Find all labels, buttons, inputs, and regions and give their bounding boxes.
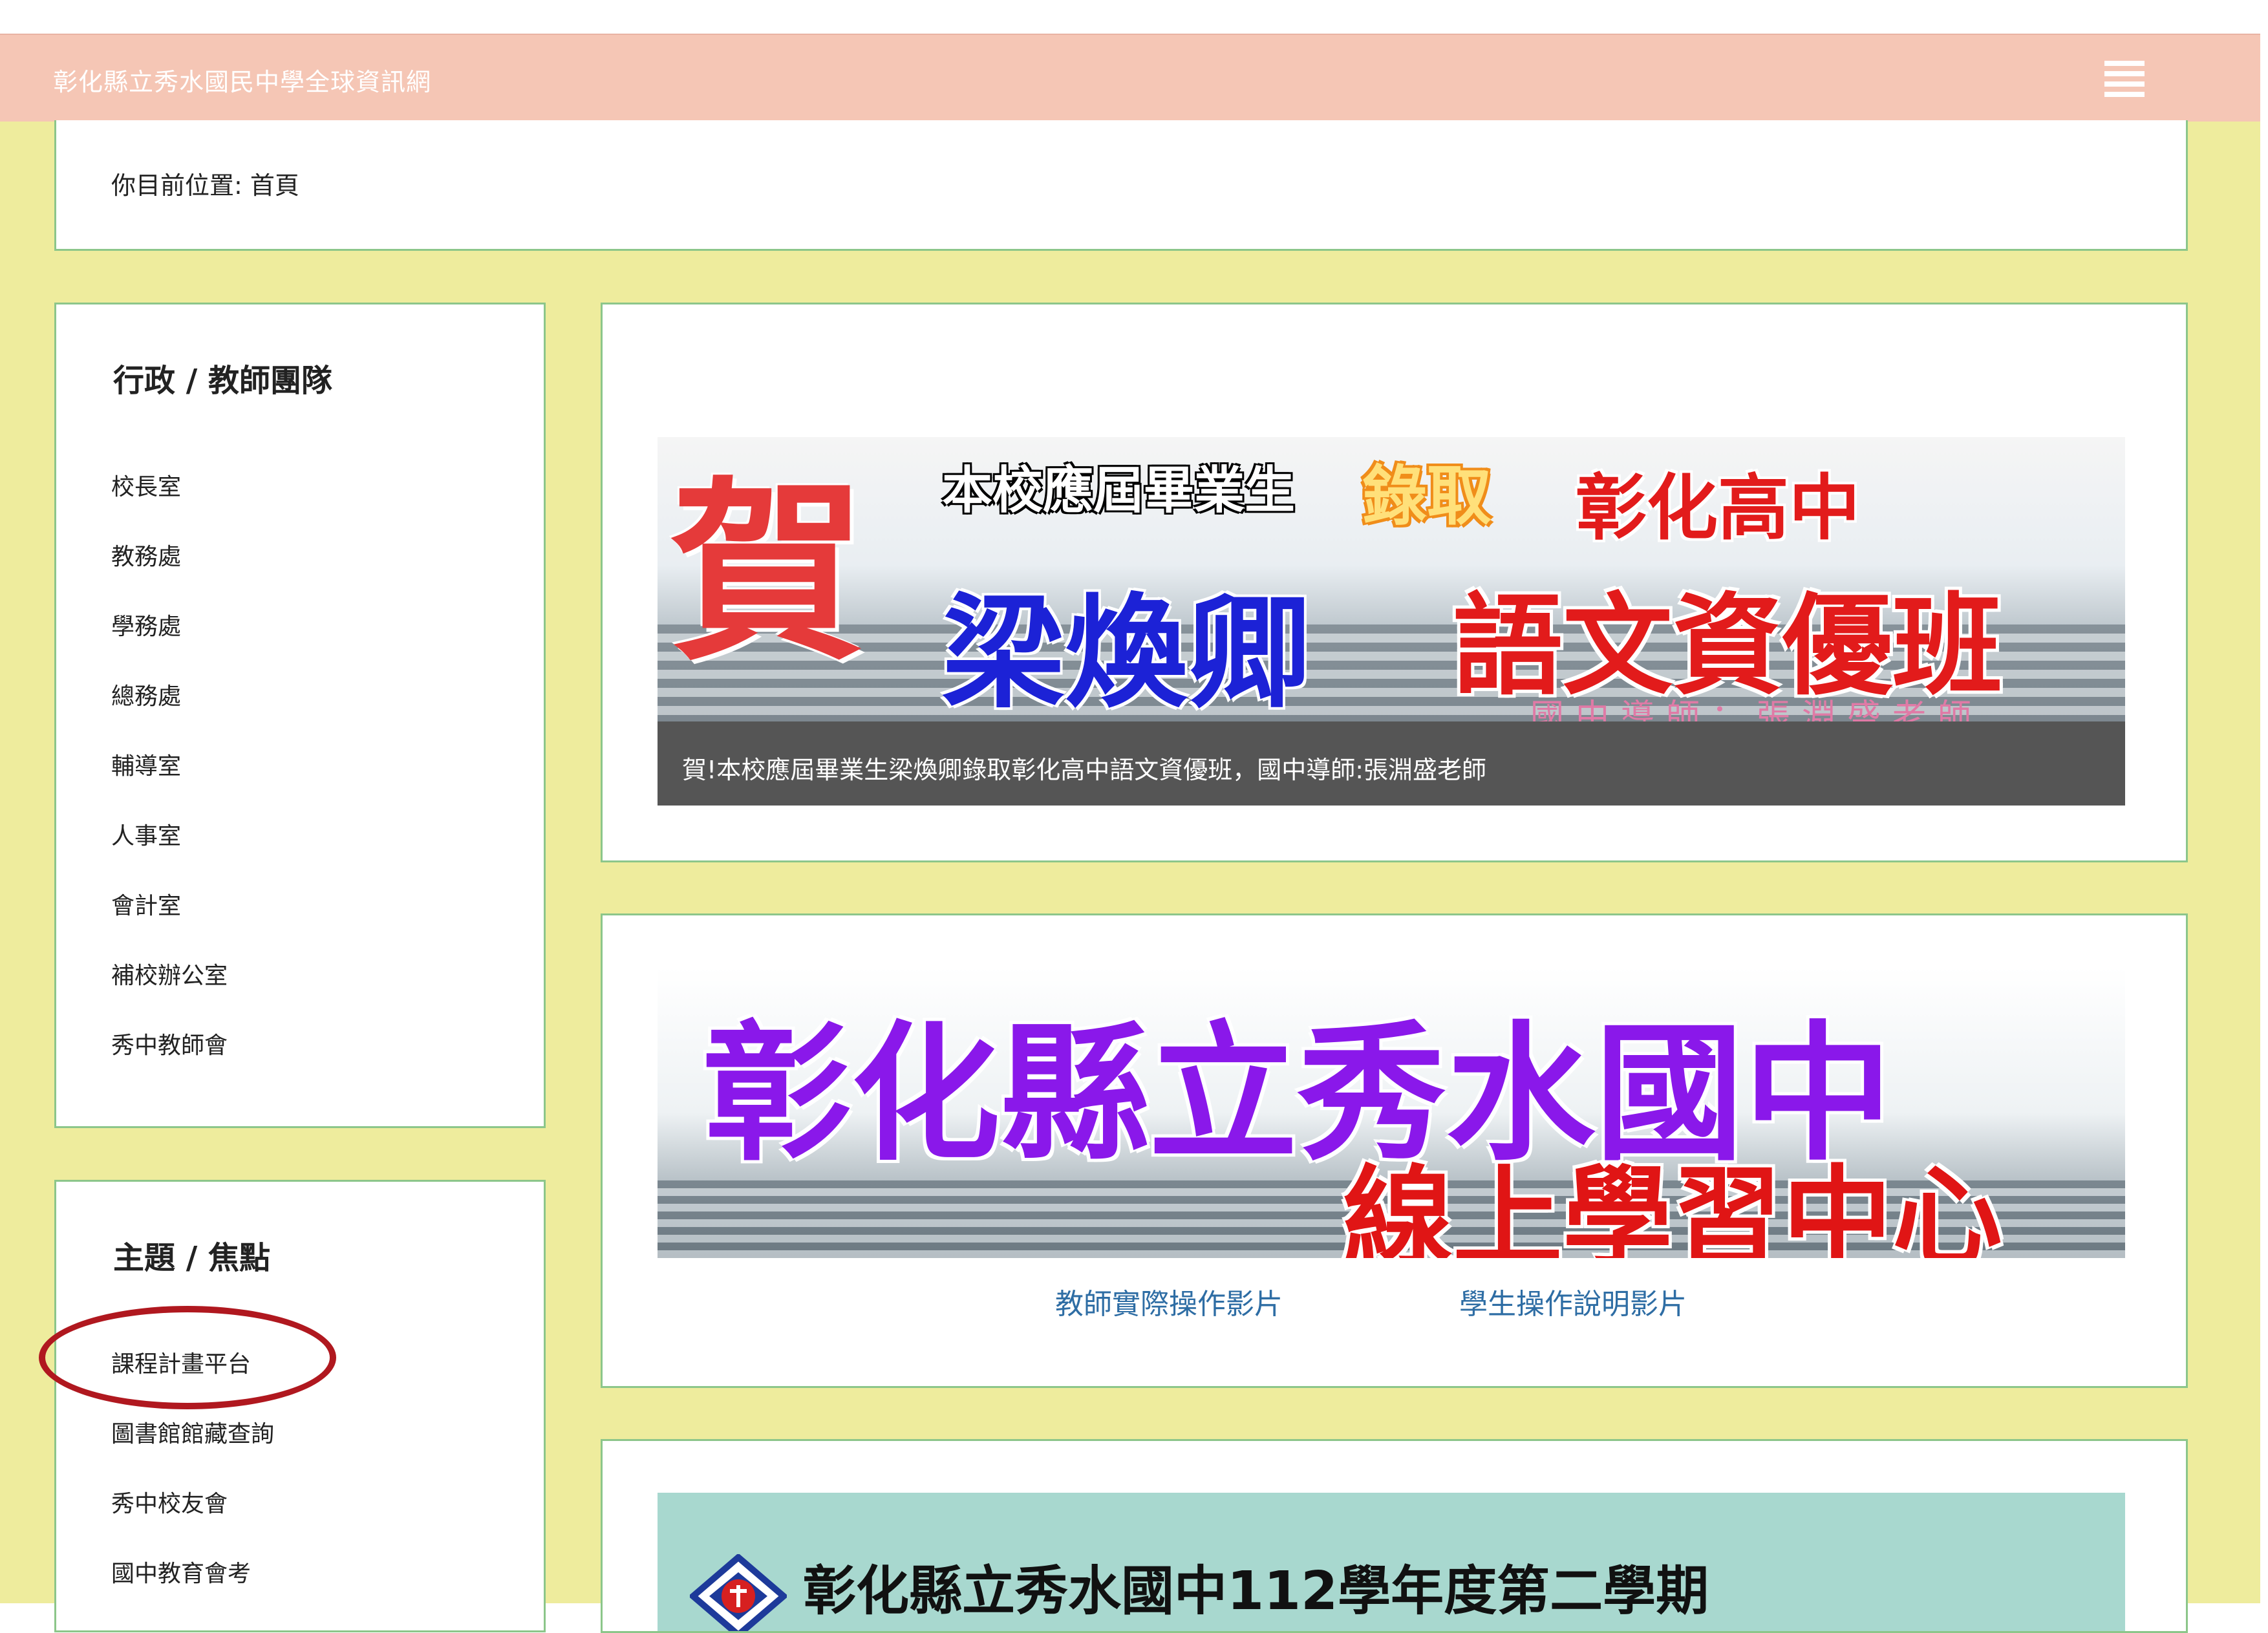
slide-caption-text[interactable]: 賀!本校應屆畢業生梁煥卿錄取彰化高中語文資優班，國中導師:張淵盛老師 (682, 750, 1486, 785)
online-learning-banner[interactable]: 彰化縣立秀水國中 線上學習中心 (658, 967, 2125, 1258)
admin-team-panel: 行政 / 教師團隊 校長室 教務處 學務處 總務處 輔導室 人事室 會計室 補校… (54, 303, 546, 1128)
slide-caption: 賀!本校應屆畢業生梁煥卿錄取彰化高中語文資優班，國中導師:張淵盛老師 (658, 721, 2125, 806)
teacher-video-link[interactable]: 教師實際操作影片 (1055, 1281, 1283, 1322)
banner-admit-text: 錄取 (1362, 458, 1492, 534)
sidebar-item-academic-affairs[interactable]: 教務處 (111, 538, 181, 571)
banner-school-text: 彰化高中 (1576, 467, 1860, 550)
breadcrumb-text: 你目前位置: 首頁 (111, 171, 299, 200)
sidebar-item-continuing-education[interactable]: 補校辦公室 (111, 957, 228, 990)
site-title[interactable]: 彰化縣立秀水國民中學全球資訊網 (53, 62, 431, 98)
admin-team-title: 行政 / 教師團隊 (113, 363, 332, 399)
banner-student-name: 梁煥卿 (942, 582, 1311, 721)
banner-teacher-text: 國中導師：張淵盛老師 (1530, 698, 1984, 721)
student-video-link[interactable]: 學生操作說明影片 (1459, 1281, 1687, 1322)
topics-title: 主題 / 焦點 (113, 1240, 270, 1276)
sidebar-item-alumni-association[interactable]: 秀中校友會 (111, 1485, 228, 1519)
banner-congrats-char: 賀 (670, 458, 864, 687)
topics-panel: 主題 / 焦點 課程計畫平台 圖書館館藏查詢 秀中校友會 國中教育會考 (54, 1180, 546, 1632)
online-learning-panel: 彰化縣立秀水國中 線上學習中心 教師實際操作影片 學生操作說明影片 (601, 913, 2188, 1388)
sidebar-item-student-affairs[interactable]: 學務處 (111, 608, 181, 641)
sidebar-item-counseling[interactable]: 輔導室 (111, 747, 181, 781)
semester-banner[interactable]: 彰化縣立秀水國中112學年度第二學期 (658, 1493, 2125, 1631)
school-logo-icon (690, 1554, 787, 1631)
hamburger-menu-icon[interactable] (2104, 61, 2145, 97)
page: 彰化縣立秀水國民中學全球資訊網 你目前位置: 首頁 行政 / 教師團隊 校長室 … (0, 0, 2268, 1633)
news-slide-1: 賀 本校應屆畢業生 錄取 彰化高中 梁煥卿 語文資優班 國中導師：張淵盛老師 賀… (601, 303, 2188, 862)
banner-graduate-text: 本校應屆畢業生 (942, 462, 1296, 520)
sidebar-item-library-search[interactable]: 圖書館館藏查詢 (111, 1415, 274, 1449)
congratulations-banner[interactable]: 賀 本校應屆畢業生 錄取 彰化高中 梁煥卿 語文資優班 國中導師：張淵盛老師 (658, 437, 2125, 721)
sidebar-item-personnel[interactable]: 人事室 (111, 817, 181, 851)
sidebar-item-principal-office[interactable]: 校長室 (111, 468, 181, 502)
sidebar-item-exam-info[interactable]: 國中教育會考 (111, 1555, 251, 1588)
semester-panel: 彰化縣立秀水國中112學年度第二學期 (601, 1439, 2188, 1633)
breadcrumb: 你目前位置: 首頁 (54, 120, 2188, 251)
semester-banner-text: 彰化縣立秀水國中112學年度第二學期 (803, 1561, 1709, 1622)
top-navbar: 彰化縣立秀水國民中學全球資訊網 (0, 34, 2260, 122)
sidebar-item-teachers-union[interactable]: 秀中教師會 (111, 1027, 228, 1060)
banner-learning-center: 線上學習中心 (1343, 1155, 2003, 1258)
sidebar-item-general-affairs[interactable]: 總務處 (111, 678, 181, 711)
sidebar-item-accounting[interactable]: 會計室 (111, 887, 181, 921)
highlight-annotation-ring (39, 1306, 336, 1409)
